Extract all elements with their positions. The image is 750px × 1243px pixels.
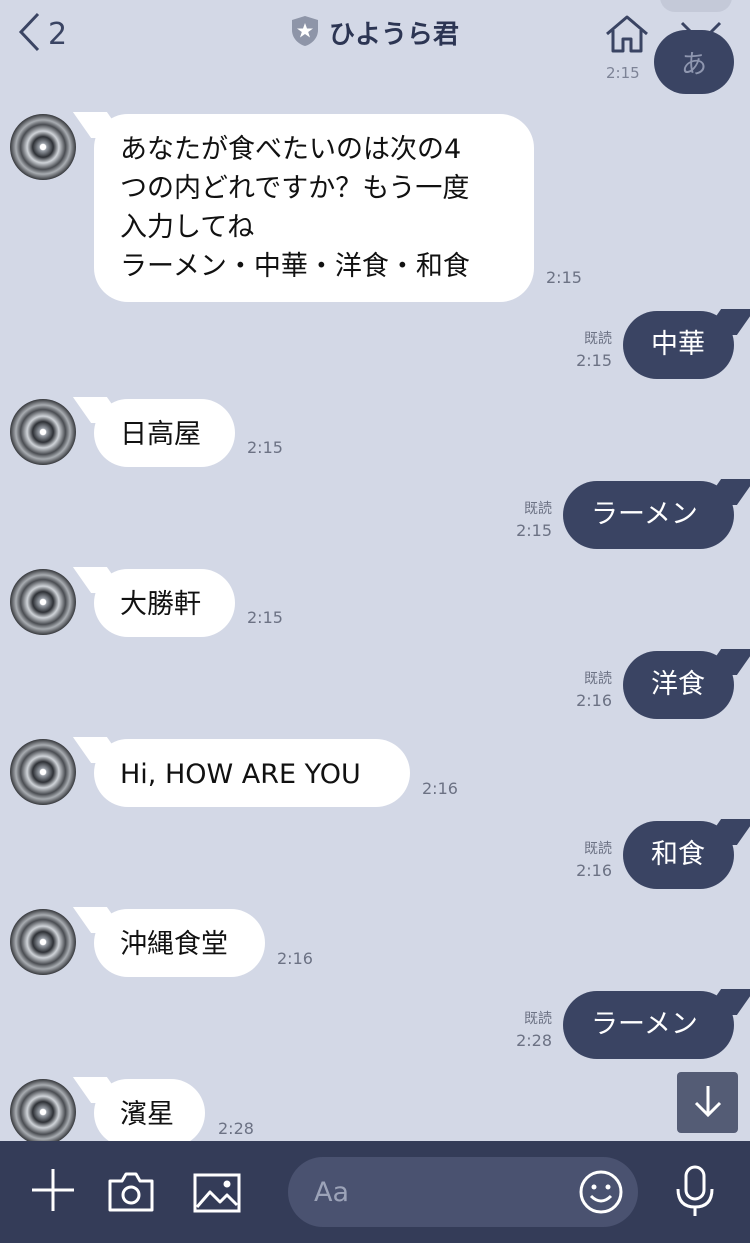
message-input[interactable] xyxy=(314,1173,574,1211)
message-time: 2:15 xyxy=(247,438,283,457)
message-time: 2:15 xyxy=(546,268,582,287)
home-button[interactable] xyxy=(604,14,650,58)
microphone-icon xyxy=(674,1165,716,1223)
message-input-container[interactable] xyxy=(288,1157,638,1227)
voice-button[interactable] xyxy=(674,1165,716,1223)
emoji-button[interactable] xyxy=(578,1169,624,1219)
incoming-message[interactable]: 濱星 xyxy=(94,1079,205,1147)
previous-message-time: 2:15 xyxy=(606,64,640,82)
chevron-down-icon xyxy=(680,21,722,50)
outgoing-message[interactable]: 洋食 xyxy=(623,651,734,719)
outgoing-message[interactable]: ラーメン xyxy=(563,991,734,1059)
message-time: 2:16 xyxy=(422,779,458,798)
chat-header: あ 2:15 2 ひようら君 xyxy=(0,0,750,94)
emoji-icon xyxy=(578,1170,624,1219)
incoming-message[interactable]: 沖縄食堂 xyxy=(94,909,265,977)
outgoing-message[interactable]: 和食 xyxy=(623,821,734,889)
read-receipt: 既読 xyxy=(584,841,612,857)
message-meta: 既読 2:16 xyxy=(572,838,612,882)
avatar[interactable] xyxy=(10,909,76,975)
message-time: 2:16 xyxy=(576,861,612,880)
image-button[interactable] xyxy=(193,1173,241,1217)
avatar[interactable] xyxy=(10,399,76,465)
camera-button[interactable] xyxy=(107,1171,155,1217)
incoming-message[interactable]: あなたが食べたいのは次の4 つの内どれですか？もう一度 入力してね ラーメン・中… xyxy=(94,114,534,302)
camera-icon xyxy=(107,1172,155,1217)
avatar[interactable] xyxy=(10,114,76,180)
add-button[interactable] xyxy=(30,1167,76,1217)
message-time: 2:28 xyxy=(218,1119,254,1138)
image-icon xyxy=(193,1173,241,1217)
shield-star-icon xyxy=(291,15,319,51)
read-receipt: 既読 xyxy=(524,1011,552,1027)
read-receipt: 既読 xyxy=(584,671,612,687)
message-time: 2:15 xyxy=(247,608,283,627)
message-meta: 既読 2:15 xyxy=(512,498,552,542)
arrow-down-icon xyxy=(693,1084,723,1122)
message-input-bar xyxy=(0,1141,750,1243)
message-meta: 既読 2:16 xyxy=(572,668,612,712)
page-title: ひようら君 xyxy=(328,20,459,50)
avatar[interactable] xyxy=(10,739,76,805)
outgoing-message[interactable]: ラーメン xyxy=(563,481,734,549)
incoming-message[interactable]: 大勝軒 xyxy=(94,569,235,637)
avatar[interactable] xyxy=(10,569,76,635)
message-meta: 既読 2:28 xyxy=(512,1008,552,1052)
home-icon xyxy=(604,15,650,58)
avatar[interactable] xyxy=(10,1079,76,1145)
previous-message-bubble xyxy=(660,0,732,12)
message-time: 2:15 xyxy=(576,351,612,370)
message-time: 2:15 xyxy=(516,521,552,540)
message-time: 2:16 xyxy=(576,691,612,710)
message-time: 2:16 xyxy=(277,949,313,968)
plus-icon xyxy=(30,1169,76,1217)
incoming-message[interactable]: Hi, HOW ARE YOU xyxy=(94,739,410,807)
message-meta: 既読 2:15 xyxy=(572,328,612,372)
read-receipt: 既読 xyxy=(584,331,612,347)
scroll-to-bottom-button[interactable] xyxy=(677,1072,738,1133)
menu-button[interactable] xyxy=(680,20,722,50)
read-receipt: 既読 xyxy=(524,501,552,517)
incoming-message[interactable]: 日高屋 xyxy=(94,399,235,467)
message-time: 2:28 xyxy=(516,1031,552,1050)
outgoing-message[interactable]: 中華 xyxy=(623,311,734,379)
